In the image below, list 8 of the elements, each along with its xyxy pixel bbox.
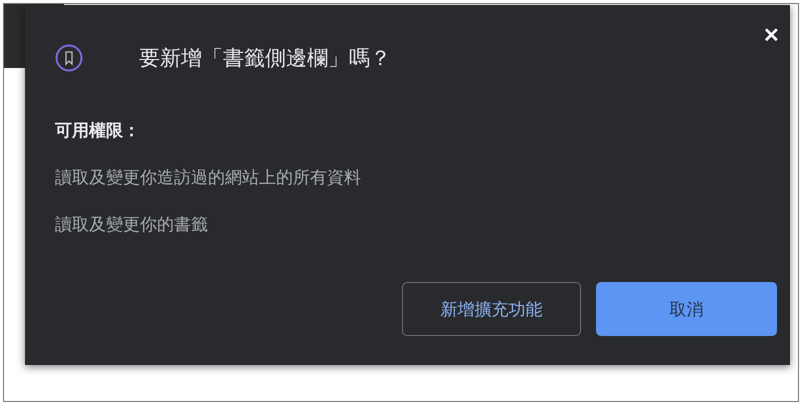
- permission-text: 讀取及變更你造訪過的網站上的所有資料: [55, 167, 362, 189]
- permission-text: 讀取及變更你的書籤: [55, 214, 209, 236]
- bookmark-icon: [55, 44, 83, 72]
- dialog-title: 要新增「書籤側邊欄」嗎？: [139, 45, 391, 72]
- permissions-heading: 可用權限：: [55, 120, 141, 142]
- close-button[interactable]: ✕: [759, 21, 784, 50]
- add-extension-button[interactable]: 新增擴充功能: [402, 282, 581, 336]
- cancel-button[interactable]: 取消: [596, 282, 777, 336]
